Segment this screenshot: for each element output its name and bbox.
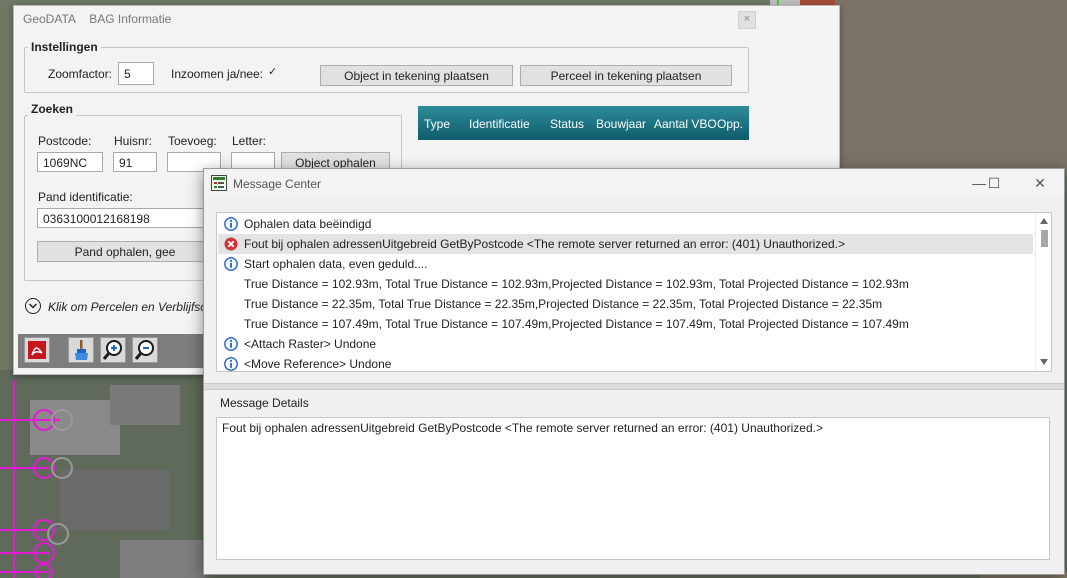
- message-row[interactable]: True Distance = 107.49m, Total True Dist…: [218, 314, 1033, 334]
- results-grid-header: Type Identificatie Status Bouwjaar Aanta…: [418, 106, 749, 140]
- message-row[interactable]: Fout bij ophalen adressenUitgebreid GetB…: [218, 234, 1033, 254]
- column-header-opp[interactable]: Opp.: [717, 117, 743, 131]
- info-icon: [224, 357, 238, 371]
- pand-ophalen-button[interactable]: Pand ophalen, gee: [37, 241, 213, 262]
- brush-icon[interactable]: [68, 337, 94, 363]
- huisnr-input[interactable]: 91: [113, 152, 157, 172]
- zoom-in-icon[interactable]: [100, 337, 126, 363]
- info-icon: [224, 217, 238, 231]
- pand-identificatie-label: Pand identificatie:: [38, 190, 133, 204]
- message-row[interactable]: Start ophalen data, even geduld....: [218, 254, 1033, 274]
- instellingen-legend: Instellingen: [28, 40, 101, 54]
- message-text: True Distance = 107.49m, Total True Dist…: [244, 317, 909, 331]
- maximize-button[interactable]: ☐: [979, 173, 1009, 193]
- postcode-input[interactable]: 1069NC: [37, 152, 103, 172]
- message-text: Fout bij ophalen adressenUitgebreid GetB…: [244, 237, 845, 251]
- geodata-titlebar[interactable]: GeoDATA BAG Informatie ×: [14, 6, 839, 32]
- message-row[interactable]: True Distance = 22.35m, Total True Dista…: [218, 294, 1033, 314]
- scroll-down-arrow-icon[interactable]: [1040, 359, 1048, 365]
- scroll-thumb[interactable]: [1041, 230, 1048, 247]
- message-text: Start ophalen data, even geduld....: [244, 257, 428, 271]
- pdf-icon[interactable]: [24, 337, 50, 363]
- column-header-bouwjaar[interactable]: Bouwjaar: [596, 117, 646, 131]
- message-text: True Distance = 22.35m, Total True Dista…: [244, 297, 883, 311]
- message-list-scrollbar[interactable]: [1035, 213, 1051, 371]
- message-text: <Attach Raster> Undone: [244, 337, 377, 351]
- column-header-type[interactable]: Type: [424, 117, 450, 131]
- perceel-in-tekening-button[interactable]: Perceel in tekening plaatsen: [520, 65, 732, 86]
- column-header-identificatie[interactable]: Identificatie: [469, 117, 530, 131]
- zoomfactor-label: Zoomfactor:: [48, 67, 113, 81]
- message-list[interactable]: <Move Reference> Undone <Attach Raster> U…: [216, 212, 1052, 372]
- expander-chevron-icon[interactable]: [25, 298, 41, 314]
- message-details-label: Message Details: [220, 396, 309, 410]
- message-center-app-icon: [211, 175, 227, 191]
- geodata-toolbar: [18, 334, 206, 368]
- message-center-title: Message Center: [233, 177, 322, 191]
- letter-label: Letter:: [232, 134, 267, 148]
- message-row[interactable]: Ophalen data beëindigd: [218, 214, 1033, 234]
- inzoomen-checkbox[interactable]: ✓: [268, 67, 279, 78]
- zoomfactor-input[interactable]: 5: [118, 62, 154, 85]
- info-icon: [224, 337, 238, 351]
- geodata-close-button[interactable]: ×: [738, 11, 756, 29]
- error-icon: [224, 237, 238, 251]
- toevoeg-label: Toevoeg:: [168, 134, 217, 148]
- geodata-app-name: GeoDATA: [23, 12, 76, 26]
- inzoomen-label: Inzoomen ja/nee:: [171, 67, 264, 81]
- column-header-status[interactable]: Status: [550, 117, 584, 131]
- message-text: <Move Reference> Undone: [244, 357, 392, 371]
- postcode-label: Postcode:: [38, 134, 92, 148]
- scroll-up-arrow-icon[interactable]: [1040, 218, 1048, 224]
- message-center-titlebar[interactable]: Message Center — ☐ ✕: [204, 169, 1064, 197]
- message-row[interactable]: True Distance = 102.93m, Total True Dist…: [218, 274, 1033, 294]
- message-center-window[interactable]: Message Center — ☐ ✕ <Move Reference> Un…: [203, 168, 1065, 575]
- message-row[interactable]: <Attach Raster> Undone: [218, 334, 1033, 354]
- message-text: Ophalen data beëindigd: [244, 217, 372, 231]
- close-button[interactable]: ✕: [1025, 173, 1055, 193]
- object-in-tekening-button[interactable]: Object in tekening plaatsen: [320, 65, 513, 86]
- pane-splitter[interactable]: [204, 383, 1064, 390]
- info-icon: [224, 257, 238, 271]
- geodata-subtitle: BAG Informatie: [89, 12, 172, 26]
- zoom-out-icon[interactable]: [132, 337, 158, 363]
- expander-text[interactable]: Klik om Percelen en Verblijfsol: [48, 300, 210, 314]
- huisnr-label: Huisnr:: [114, 134, 153, 148]
- geodata-title: GeoDATA BAG Informatie: [23, 12, 181, 26]
- message-text: True Distance = 102.93m, Total True Dist…: [244, 277, 909, 291]
- zoeken-legend: Zoeken: [28, 102, 77, 116]
- column-header-aantal-vbo[interactable]: Aantal VBO: [654, 117, 717, 131]
- message-details-text[interactable]: Fout bij ophalen adressenUitgebreid GetB…: [216, 417, 1050, 560]
- pand-identificatie-input[interactable]: 0363100012168198: [37, 208, 213, 228]
- message-row[interactable]: <Move Reference> Undone: [218, 354, 1033, 371]
